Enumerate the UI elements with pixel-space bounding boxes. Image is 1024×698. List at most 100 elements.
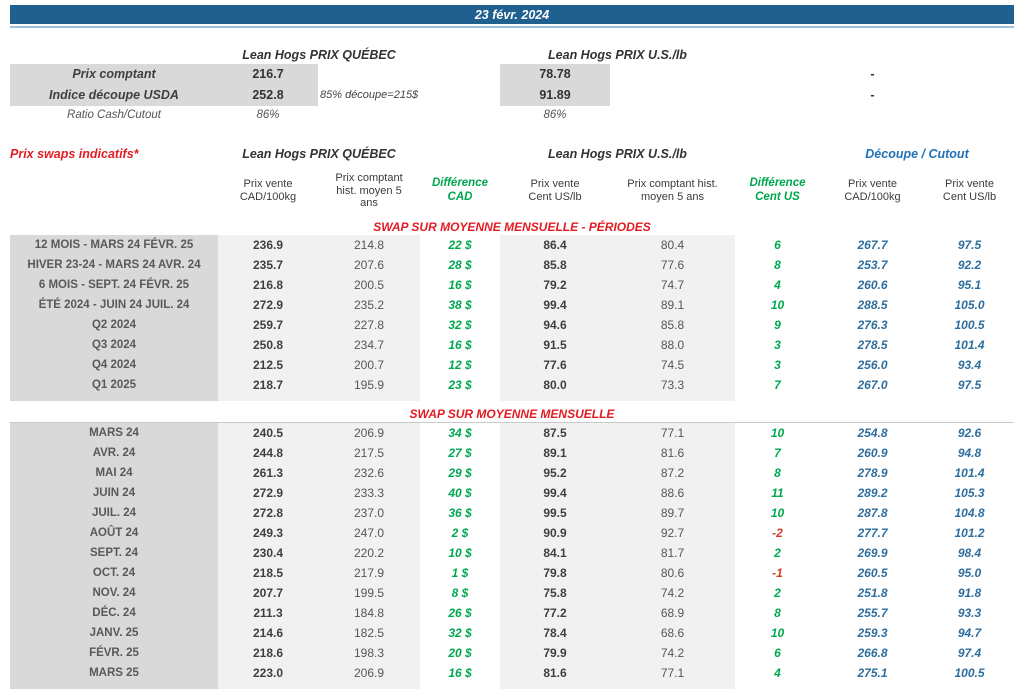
band-spacer [735,683,820,689]
cutout-cad-value: 251.8 [857,586,888,600]
qc-hist-value: 207.6 [318,255,420,275]
swap-sections: SWAP SUR MOYENNE MENSUELLE - PÉRIODES 12 … [10,219,1014,689]
qc-prix-vente-value: 230.4 [218,543,318,563]
us-hist-value: 87.2 [610,463,735,483]
swap-section-title: SWAP SUR MOYENNE MENSUELLE [409,407,615,421]
us-hist-value: 80.4 [610,235,735,255]
cutout-cad-value: 259.3 [857,626,888,640]
row-label: 6 MOIS - SEPT. 24 FÉVR. 25 [10,275,218,295]
qc-hist-value: 195.9 [318,375,420,395]
us-prix-vente-value: 86.4 [500,235,610,255]
cutout-empty-dash: - [870,88,875,102]
us-prix-vente-value: 78.4 [500,623,610,643]
us-hist-value: 74.5 [610,355,735,375]
qc-prix-vente-value: 218.5 [218,563,318,583]
report-date: 23 févr. 2024 [474,7,550,22]
qc-hist-value: 232.6 [318,463,420,483]
difference-us-value: 2 [774,586,781,600]
qc-hist-value: 198.3 [318,643,420,663]
cutout-us-value: 95.0 [957,566,982,580]
band-spacer [820,683,925,689]
us-prix-vente-value: 85.8 [500,255,610,275]
band-spacer [10,395,218,401]
us-swaps-header: Lean Hogs PRIX U.S./lb [548,147,687,161]
qc-hist-value: 247.0 [318,523,420,543]
row-label: MAI 24 [10,463,218,483]
us-ratio-value: 86% [543,109,567,121]
qc-hist-value: 217.5 [318,443,420,463]
difference-cad-value: 29 $ [448,466,472,480]
difference-cad-value: 20 $ [448,646,472,660]
us-spot-value: 91.89 [500,85,610,106]
difference-us-value: 10 [770,626,785,640]
difference-us-value: 7 [774,378,781,392]
cutout-us-value: 101.4 [954,338,985,352]
us-prix-vente-value: 75.8 [500,583,610,603]
cutout-cad-value: 275.1 [857,666,888,680]
difference-cad-value: 16 $ [448,666,472,680]
cutout-cad-value: 269.9 [857,546,888,560]
cutout-cad-value: 266.8 [857,646,888,660]
cutout-cad-value: 255.7 [857,606,888,620]
difference-us-value: 10 [770,426,785,440]
us-hist-value: 77.1 [610,663,735,683]
qc-prix-vente-value: 216.8 [218,275,318,295]
qc-prix-vente-value: 272.9 [218,295,318,315]
qc-ratio-value: 86% [256,109,280,121]
difference-cad-value: 40 $ [448,486,472,500]
date-bar-underline [10,26,1014,28]
us-prix-vente-value: 79.2 [500,275,610,295]
band-spacer [420,683,500,689]
qc-swaps-header: Lean Hogs PRIX QUÉBEC [242,147,396,161]
difference-us-value: 9 [774,318,781,332]
us-prix-vente-value: 77.2 [500,603,610,623]
difference-us-value: 11 [771,486,784,500]
cutout-cad-value: 267.0 [857,378,888,392]
qc-hist-value: 220.2 [318,543,420,563]
us-hist-value: 92.7 [610,523,735,543]
qc-prix-vente-value: 249.3 [218,523,318,543]
price-sheet: 23 févr. 2024 Lean Hogs PRIX QUÉBEC Lean… [10,5,1014,689]
us-prix-vente-value: 89.1 [500,443,610,463]
row-label: JUIL. 24 [10,503,218,523]
qc-prix-vente-value: 250.8 [218,335,318,355]
swap-section-title: SWAP SUR MOYENNE MENSUELLE - PÉRIODES [373,220,651,234]
band-spacer [925,395,1014,401]
qc-prix-vente-value: 244.8 [218,443,318,463]
band-spacer [610,683,735,689]
difference-us-value: 8 [774,606,781,620]
band-spacer [820,395,925,401]
us-prix-vente-value: 77.6 [500,355,610,375]
difference-cad-value: 16 $ [448,338,472,352]
us-hist-value: 89.7 [610,503,735,523]
cutout-us-value: 93.3 [957,606,982,620]
difference-us-value: 8 [774,258,781,272]
col-header-us-prix-vente: Prix vente Cent US/lb [528,178,582,203]
band-spacer [610,395,735,401]
cutout-cad-value: 287.8 [857,506,888,520]
us-hist-value: 77.1 [610,423,735,443]
qc-hist-value: 217.9 [318,563,420,583]
difference-cad-value: 34 $ [448,426,472,440]
us-hist-value: 77.6 [610,255,735,275]
row-label: HIVER 23-24 - MARS 24 AVR. 24 [10,255,218,275]
row-label: Q3 2024 [10,335,218,355]
qc-prix-vente-value: 240.5 [218,423,318,443]
col-header-cutout-cad: Prix vente CAD/100kg [844,178,901,203]
us-hist-value: 88.6 [610,483,735,503]
cutout-us-value: 97.5 [957,378,982,392]
swaps-title: Prix swaps indicatifs* [10,147,139,161]
cutout-us-value: 105.0 [954,298,985,312]
col-header-qc-prix-vente: Prix vente CAD/100kg [239,178,297,203]
row-label: SEPT. 24 [10,543,218,563]
difference-cad-value: 16 $ [448,278,472,292]
cutout-cad-value: 260.5 [857,566,888,580]
spot-row-prix-comptant: Prix comptant 216.7 78.78 - [10,64,1014,85]
qc-hist-value: 234.7 [318,335,420,355]
row-label: FÉVR. 25 [10,643,218,663]
cutout-us-value: 95.1 [957,278,982,292]
qc-hist-value: 182.5 [318,623,420,643]
row-label: Q4 2024 [10,355,218,375]
qc-spot-value: 216.7 [218,64,318,85]
spot-row-indice-decoupe: Indice découpe USDA 252.8 85% découpe=21… [10,85,1014,106]
